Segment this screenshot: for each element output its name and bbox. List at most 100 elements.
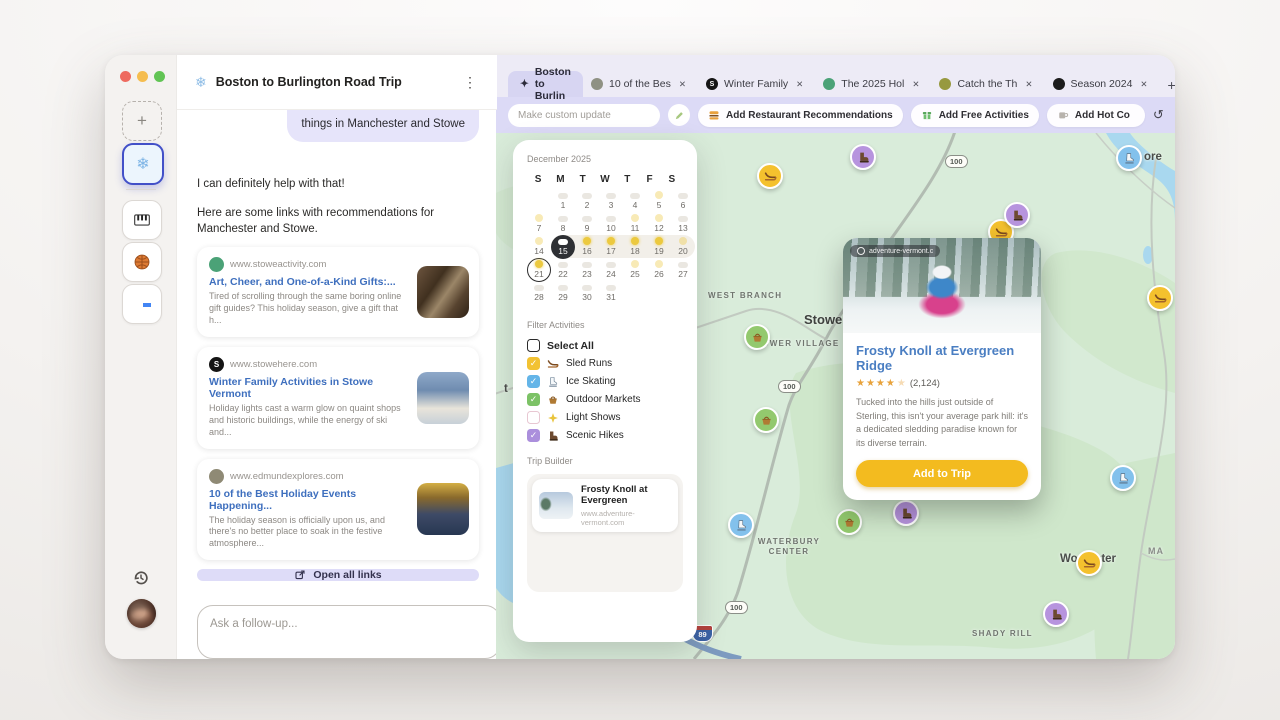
calendar-day[interactable]: 30 — [575, 281, 599, 304]
map-marker-hike[interactable] — [1004, 202, 1030, 228]
place-popup-body: Frosty Knoll at Evergreen Ridge ★★★★ ★ (… — [843, 333, 1041, 500]
link-title[interactable]: Art, Cheer, and One-of-a-Kind Gifts:... — [209, 276, 407, 288]
sidebar-item-winter-trip-active[interactable]: ❄ — [122, 143, 164, 185]
calendar-day[interactable]: 21 — [527, 257, 551, 282]
select-all-checkbox[interactable] — [527, 339, 540, 352]
filter-scenic-hikes[interactable]: ✓ Scenic Hikes — [527, 429, 683, 442]
add-free-activities-button[interactable]: Add Free Activities — [910, 103, 1039, 127]
tab-winter-family[interactable]: S Winter Family ✕ — [698, 71, 811, 97]
filter-outdoor-markets[interactable]: ✓ Outdoor Markets — [527, 393, 683, 406]
map-marker-sled[interactable] — [757, 163, 783, 189]
map-marker-market[interactable] — [753, 407, 779, 433]
filter-light-shows[interactable]: Light Shows — [527, 411, 683, 424]
calendar-day[interactable]: 6 — [671, 189, 695, 212]
calendar-day[interactable]: 5 — [647, 189, 671, 212]
calendar-day[interactable]: 18 — [623, 235, 647, 258]
map-marker-skate[interactable] — [1110, 465, 1136, 491]
map-marker-market[interactable] — [836, 509, 862, 535]
link-card-stoweactivity[interactable]: www.stoweactivity.com Art, Cheer, and On… — [197, 247, 479, 337]
new-project-button[interactable]: + — [122, 101, 162, 141]
tab-2025-holiday[interactable]: The 2025 Hol ✕ — [815, 71, 927, 97]
filter-select-all[interactable]: Select All — [527, 339, 683, 352]
calendar-day[interactable]: 9 — [575, 212, 599, 235]
tab-10-of-the-best[interactable]: 10 of the Bes ✕ — [583, 71, 694, 97]
tab-season-2024[interactable]: Season 2024 ✕ — [1045, 71, 1156, 97]
light-shows-checkbox[interactable] — [527, 411, 540, 424]
sled-runs-checkbox[interactable]: ✓ — [527, 357, 540, 370]
calendar-day[interactable]: 7 — [527, 212, 551, 235]
calendar-day[interactable]: 3 — [599, 189, 623, 212]
calendar-day[interactable]: 27 — [671, 258, 695, 281]
new-tab-button[interactable]: + — [1168, 77, 1175, 93]
open-all-links-button[interactable]: Open all links — [197, 569, 479, 582]
calendar-day[interactable]: 16 — [575, 235, 599, 258]
chat-menu-button[interactable]: ⋮ — [457, 72, 483, 93]
calendar-day[interactable]: 17 — [599, 235, 623, 258]
user-avatar[interactable] — [127, 599, 156, 628]
add-to-trip-button[interactable]: Add to Trip — [856, 460, 1028, 487]
sidebar-item-basketball[interactable] — [122, 242, 162, 282]
sled-icon — [547, 358, 559, 370]
link-card-stowehere[interactable]: Swww.stowehere.com Winter Family Activit… — [197, 346, 479, 449]
map-marker-hike[interactable] — [850, 144, 876, 170]
calendar-day[interactable]: 22 — [551, 258, 575, 281]
add-restaurants-button[interactable]: Add Restaurant Recommendations — [698, 103, 903, 127]
close-tab-icon[interactable]: ✕ — [1140, 79, 1147, 90]
add-hot-cocoa-button[interactable]: Add Hot Co — [1046, 103, 1145, 127]
calendar-day[interactable]: 4 — [623, 189, 647, 212]
history-button[interactable] — [132, 569, 150, 587]
outdoor-markets-checkbox[interactable]: ✓ — [527, 393, 540, 406]
map-marker-hike[interactable] — [1043, 601, 1069, 627]
link-title[interactable]: Winter Family Activities in Stowe Vermon… — [209, 376, 407, 400]
followup-input[interactable] — [197, 605, 497, 659]
calendar-day[interactable]: 24 — [599, 258, 623, 281]
calendar-day[interactable]: 11 — [623, 212, 647, 235]
calendar-day[interactable]: 1 — [551, 189, 575, 212]
undo-icon[interactable]: ↺ — [1153, 107, 1164, 123]
tab-favicon — [590, 78, 603, 90]
map-marker-sled[interactable] — [1147, 285, 1173, 311]
map-marker-market[interactable] — [744, 324, 770, 350]
calendar-day[interactable]: 31 — [599, 281, 623, 304]
tab-boston-to-burlington[interactable]: ✦ Boston to Burlin — [508, 66, 583, 102]
map-marker-sled[interactable] — [1076, 550, 1102, 576]
link-thumbnail — [417, 483, 469, 536]
calendar-day[interactable]: 28 — [527, 281, 551, 304]
map-marker-skate[interactable] — [728, 512, 754, 538]
scenic-hikes-checkbox[interactable]: ✓ — [527, 429, 540, 442]
map-marker-hike[interactable] — [893, 500, 919, 526]
calendar-day[interactable]: 19 — [647, 235, 671, 258]
edit-button[interactable] — [668, 104, 690, 126]
link-title[interactable]: 10 of the Best Holiday Events Happening.… — [209, 488, 407, 512]
map-marker-skate[interactable] — [1116, 145, 1142, 171]
calendar-day[interactable]: 2 — [575, 189, 599, 212]
calendar-day[interactable]: 20 — [671, 235, 695, 258]
calendar-day[interactable]: 15 — [551, 234, 575, 259]
minimize-window-button[interactable] — [137, 71, 148, 82]
zoom-window-button[interactable] — [154, 71, 165, 82]
filter-ice-skating[interactable]: ✓ Ice Skating — [527, 375, 683, 388]
calendar-day[interactable]: 13 — [671, 212, 695, 235]
sidebar-item-google[interactable] — [122, 284, 162, 324]
calendar-day[interactable]: 26 — [647, 258, 671, 281]
calendar-day[interactable]: 12 — [647, 212, 671, 235]
calendar-day[interactable]: 10 — [599, 212, 623, 235]
tab-label: Season 2024 — [1070, 78, 1133, 90]
sidebar-item-piano[interactable] — [122, 200, 162, 240]
close-tab-icon[interactable]: ✕ — [796, 79, 803, 90]
close-window-button[interactable] — [120, 71, 131, 82]
calendar-day[interactable]: 29 — [551, 281, 575, 304]
ice-skating-checkbox[interactable]: ✓ — [527, 375, 540, 388]
custom-update-input[interactable] — [508, 103, 660, 127]
close-tab-icon[interactable]: ✕ — [1025, 79, 1032, 90]
calendar-day[interactable]: 8 — [551, 212, 575, 235]
link-card-edmundexplores[interactable]: www.edmundexplores.com 10 of the Best Ho… — [197, 458, 479, 561]
calendar-day[interactable]: 25 — [623, 258, 647, 281]
calendar-day[interactable]: 23 — [575, 258, 599, 281]
close-tab-icon[interactable]: ✕ — [912, 79, 919, 90]
calendar-day[interactable]: 14 — [527, 235, 551, 258]
trip-item-frosty-knoll[interactable]: Frosty Knoll at Evergreen www.adventure-… — [532, 479, 678, 532]
filter-sled-runs[interactable]: ✓ Sled Runs — [527, 357, 683, 370]
tab-catch-the[interactable]: Catch the Th ✕ — [931, 71, 1040, 97]
close-tab-icon[interactable]: ✕ — [679, 79, 686, 90]
